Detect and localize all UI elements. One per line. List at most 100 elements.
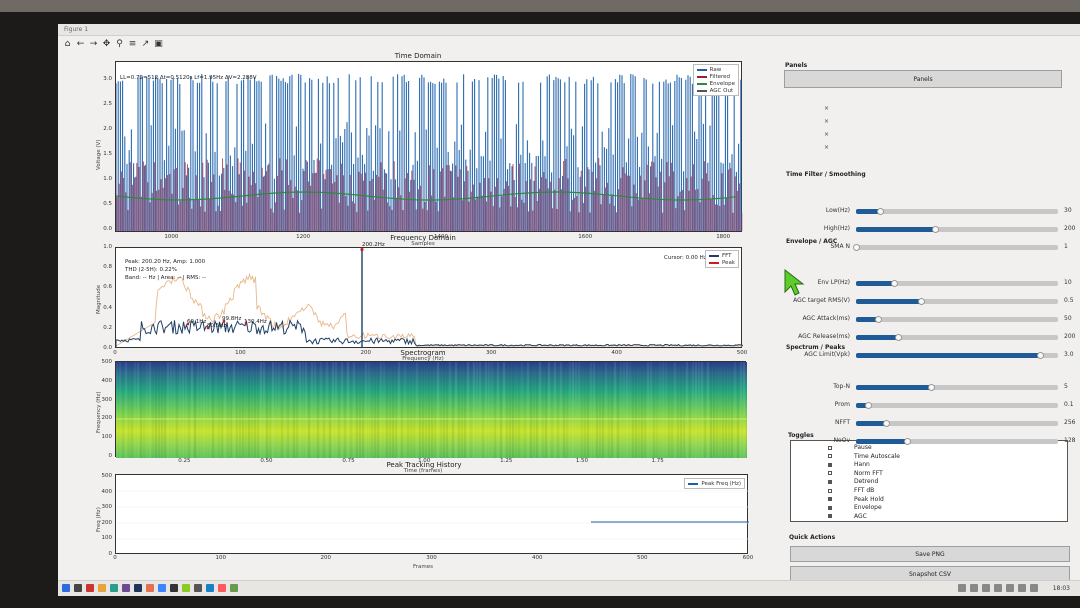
slider-track[interactable] bbox=[856, 245, 1058, 250]
checkbox[interactable] bbox=[828, 497, 832, 502]
slider-fill bbox=[856, 353, 1040, 358]
slider-label: Prom bbox=[834, 401, 850, 408]
slider-track[interactable] bbox=[856, 209, 1058, 214]
spectrogram-column bbox=[593, 362, 595, 458]
taskbar-app-icon[interactable] bbox=[194, 584, 202, 592]
slider-handle[interactable] bbox=[903, 438, 911, 445]
checkbox[interactable] bbox=[828, 445, 832, 450]
taskbar-app-icon[interactable] bbox=[230, 584, 238, 592]
back-icon[interactable]: ← bbox=[75, 39, 86, 50]
slider-handle[interactable] bbox=[931, 226, 939, 233]
slider-track[interactable] bbox=[856, 403, 1058, 408]
toggle-time-autoscale[interactable]: Time Autoscale bbox=[828, 453, 900, 460]
taskbar-app-icon[interactable] bbox=[158, 584, 166, 592]
peak-history-axes[interactable]: Peak Freq (Hz) bbox=[115, 474, 749, 556]
toggle-label: Peak Hold bbox=[854, 495, 884, 503]
taskbar-app-icon[interactable] bbox=[110, 584, 118, 592]
toggle-fft-db[interactable]: FFT dB bbox=[828, 487, 874, 494]
slider-handle[interactable] bbox=[1036, 352, 1044, 359]
panel-x-mark-icon[interactable]: × bbox=[824, 131, 829, 138]
slider-fill bbox=[856, 421, 887, 426]
taskbar-app-icon[interactable] bbox=[134, 584, 142, 592]
checkbox[interactable] bbox=[828, 454, 832, 459]
frequency-domain-axes[interactable]: Peak: 200.20 Hz, Amp: 1.000 THD (2-5H): … bbox=[115, 242, 744, 348]
spectrogram-column bbox=[734, 362, 736, 458]
spectrogram-column bbox=[485, 362, 487, 458]
legend-swatch bbox=[708, 261, 719, 264]
edit-axes-icon[interactable]: ↗ bbox=[140, 39, 151, 50]
fd-small-peak-label: 99.8Hz bbox=[222, 316, 242, 322]
toggle-norm-fft[interactable]: Norm FFT bbox=[828, 470, 883, 477]
taskbar-app-icon[interactable] bbox=[146, 584, 154, 592]
spectrogram-column bbox=[302, 362, 304, 458]
toggle-detrend[interactable]: Detrend bbox=[828, 478, 878, 485]
slider-handle[interactable] bbox=[927, 384, 935, 391]
pan-icon[interactable]: ✥ bbox=[101, 39, 112, 50]
slider-track[interactable] bbox=[856, 317, 1058, 322]
save-icon[interactable]: ▣ bbox=[153, 39, 164, 50]
spectrogram-column bbox=[509, 362, 511, 458]
panel-x-mark-icon[interactable]: × bbox=[824, 144, 829, 151]
spectrogram-column bbox=[464, 362, 466, 458]
tray-icon[interactable] bbox=[1006, 584, 1014, 592]
panels-button[interactable]: Panels bbox=[784, 70, 1062, 88]
taskbar-app-icon[interactable] bbox=[122, 584, 130, 592]
zoom-icon[interactable]: ⚲ bbox=[114, 39, 125, 50]
taskbar-app-icon[interactable] bbox=[218, 584, 226, 592]
taskbar-app-icon[interactable] bbox=[98, 584, 106, 592]
panel-x-mark-icon[interactable]: × bbox=[824, 105, 829, 112]
x-tick-label: 400 bbox=[531, 555, 543, 561]
save-png-button[interactable]: Save PNG bbox=[790, 546, 1070, 562]
toggle-agc[interactable]: AGC bbox=[828, 513, 867, 520]
spectrogram-column bbox=[329, 362, 331, 458]
taskbar-app-icon[interactable] bbox=[74, 584, 82, 592]
taskbar-app-icon[interactable] bbox=[170, 584, 178, 592]
spectrogram-column bbox=[227, 362, 229, 458]
tray-icon[interactable] bbox=[1018, 584, 1026, 592]
tray-icon[interactable] bbox=[982, 584, 990, 592]
spectrogram-column bbox=[188, 362, 190, 458]
checkbox[interactable] bbox=[828, 471, 832, 476]
configure-icon[interactable]: ≡ bbox=[127, 39, 138, 50]
taskbar-app-icon[interactable] bbox=[86, 584, 94, 592]
taskbar-app-icon[interactable] bbox=[182, 584, 190, 592]
home-icon[interactable]: ⌂ bbox=[62, 39, 73, 50]
time-domain-axes[interactable]: LL=0.72=512 Δt=0.5120s Lf=1.95Hz ΔV=2.28… bbox=[115, 61, 743, 232]
tray-icon[interactable] bbox=[970, 584, 978, 592]
spectrogram-column bbox=[413, 362, 415, 458]
spectrogram-column bbox=[470, 362, 472, 458]
checkbox[interactable] bbox=[828, 488, 832, 493]
spectrogram-column bbox=[440, 362, 442, 458]
slider-value: 200 bbox=[1064, 333, 1076, 340]
slider-handle[interactable] bbox=[917, 298, 925, 305]
taskbar-app-icon[interactable] bbox=[62, 584, 70, 592]
tray-icon[interactable] bbox=[994, 584, 1002, 592]
spectrogram-column bbox=[626, 362, 628, 458]
tray-icon[interactable] bbox=[1030, 584, 1038, 592]
time-domain-title: Time Domain bbox=[394, 52, 442, 60]
panel-x-mark-icon[interactable]: × bbox=[824, 118, 829, 125]
checkbox[interactable] bbox=[828, 505, 832, 510]
slider-handle[interactable] bbox=[853, 244, 860, 251]
taskbar-app-icon[interactable] bbox=[206, 584, 214, 592]
forward-icon[interactable]: → bbox=[88, 39, 99, 50]
quick-actions-section-title: Quick Actions bbox=[789, 534, 836, 541]
spectrogram-column bbox=[407, 362, 409, 458]
spectrogram-column bbox=[710, 362, 712, 458]
slider-value: 256 bbox=[1064, 419, 1076, 426]
checkbox[interactable] bbox=[828, 479, 832, 484]
spectrogram-column bbox=[455, 362, 457, 458]
frequency-domain-info: Peak: 200.20 Hz, Amp: 1.000 THD (2-5H): … bbox=[125, 258, 206, 282]
toggle-label: Detrend bbox=[854, 478, 879, 486]
checkbox[interactable] bbox=[828, 514, 832, 519]
legend-swatch bbox=[696, 75, 707, 78]
slider-label: AGC Release(ms) bbox=[798, 333, 850, 340]
spectrogram-axes[interactable] bbox=[115, 361, 748, 458]
toggle-peak-hold[interactable]: Peak Hold bbox=[828, 496, 884, 503]
checkbox[interactable] bbox=[828, 462, 832, 467]
tray-icon[interactable] bbox=[958, 584, 966, 592]
toggle-pause[interactable]: Pause bbox=[828, 444, 872, 451]
toggle-hann[interactable]: Hann bbox=[828, 461, 870, 468]
spectrogram-column bbox=[338, 362, 340, 458]
toggle-envelope[interactable]: Envelope bbox=[828, 504, 882, 511]
